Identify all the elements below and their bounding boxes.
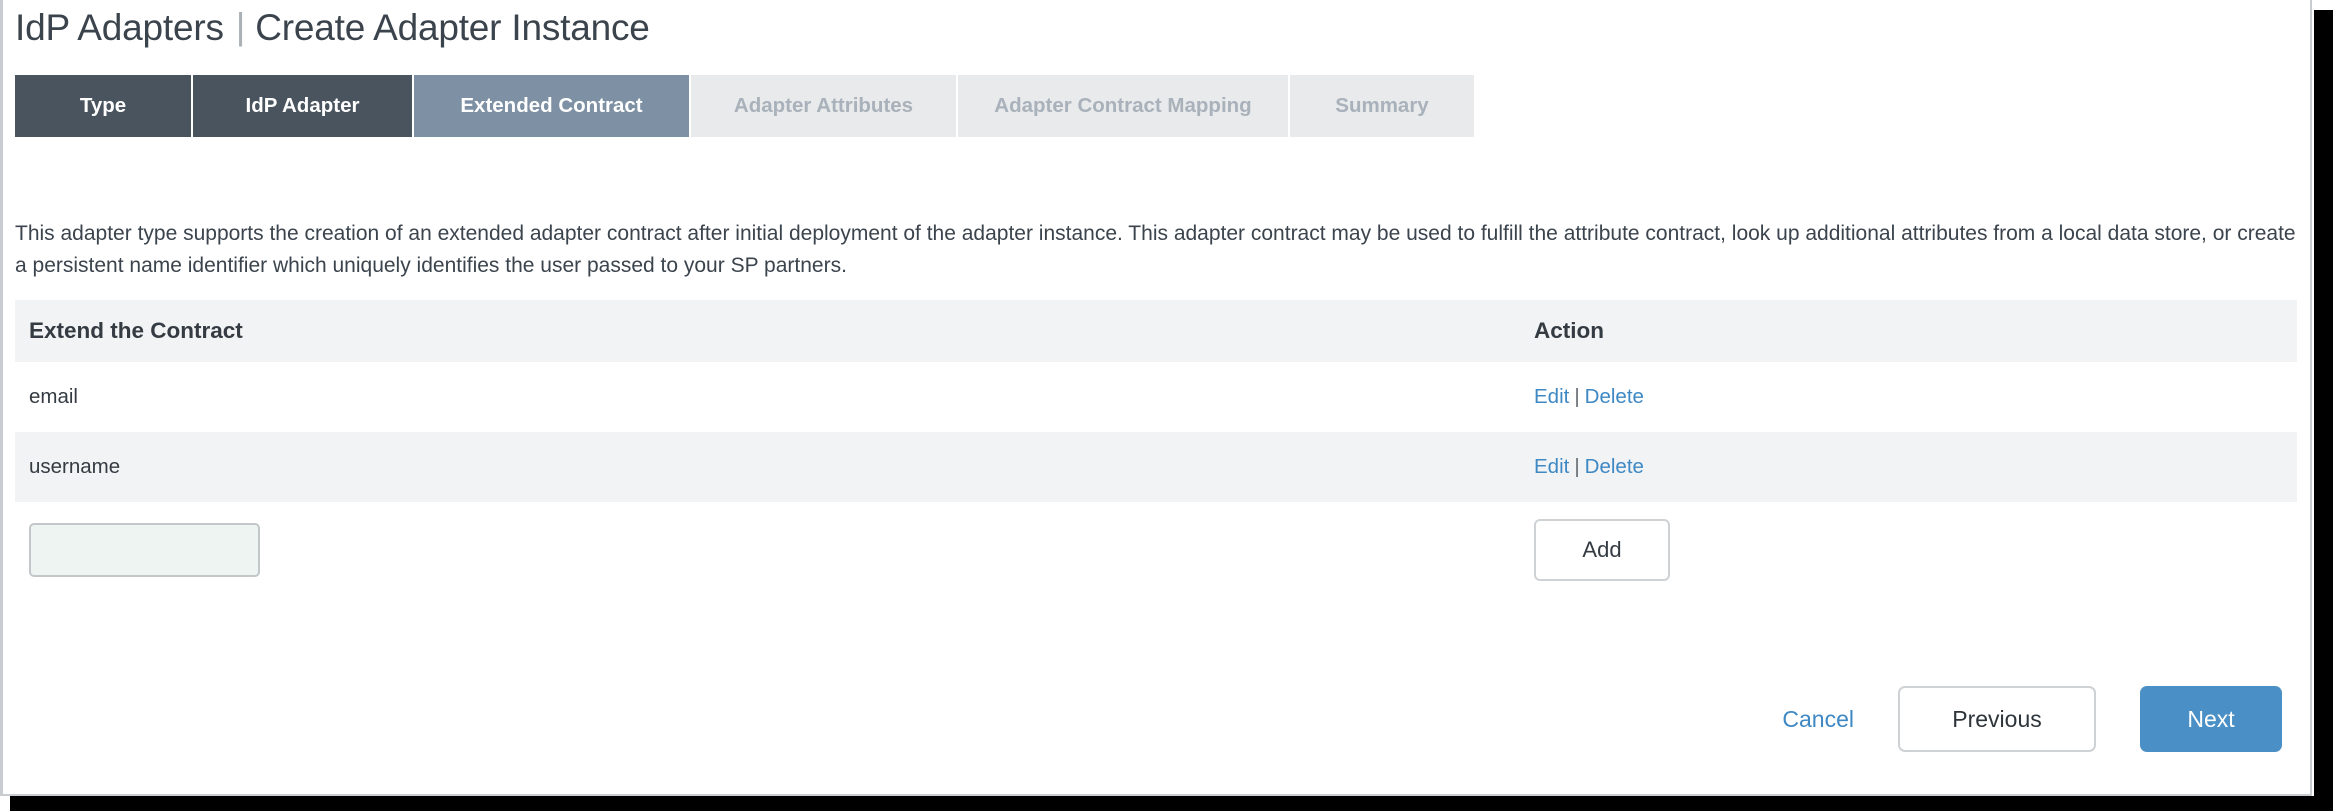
browser-viewport: IdP Adapters | Create Adapter Instance Typ… xyxy=(0,0,2333,811)
edit-link[interactable]: Edit xyxy=(1534,385,1569,408)
tab-idp-adapter-label: IdP Adapter xyxy=(245,94,360,117)
tab-adapter-attributes-label: Adapter Attributes xyxy=(733,94,914,117)
table-new-row: Add xyxy=(15,502,2297,598)
tab-type-label: Type xyxy=(79,94,127,117)
column-header-action: Action xyxy=(1520,300,2297,362)
table-header: Extend the Contract Action xyxy=(15,300,2297,362)
table-header-row: Extend the Contract Action xyxy=(15,300,2297,362)
cancel-button[interactable]: Cancel xyxy=(1782,706,1854,733)
cell-new-attribute-input xyxy=(15,502,1520,598)
extend-contract-table: Extend the Contract Action email Edit | De… xyxy=(15,300,2297,598)
table-body: email Edit | Delete username Edit | Delete xyxy=(15,362,2297,598)
page-description: This adapter type supports the creation … xyxy=(15,222,2296,277)
add-button[interactable]: Add xyxy=(1534,519,1670,581)
delete-link[interactable]: Delete xyxy=(1585,385,1644,408)
tab-idp-adapter[interactable]: IdP Adapter xyxy=(193,75,412,137)
table-row: username Edit | Delete xyxy=(15,432,2297,502)
tab-extended-contract-label: Extended Contract xyxy=(460,94,643,117)
cell-attribute-name: username xyxy=(15,432,1520,502)
breadcrumb-divider: | xyxy=(235,6,246,47)
tab-type[interactable]: Type xyxy=(15,75,191,137)
table-row: email Edit | Delete xyxy=(15,362,2297,432)
new-attribute-input[interactable] xyxy=(29,523,260,577)
edit-link[interactable]: Edit xyxy=(1534,455,1569,478)
wizard-tab-bar: Type IdP Adapter Extended Contract Adapt… xyxy=(15,75,1474,137)
page-title: IdP Adapters | Create Adapter Instance xyxy=(15,2,650,54)
window-shadow-right xyxy=(2314,10,2333,811)
cell-attribute-name: email xyxy=(15,362,1520,432)
tab-summary-label: Summary xyxy=(1335,94,1429,117)
tab-adapter-contract-mapping[interactable]: Adapter Contract Mapping xyxy=(958,75,1288,137)
footer-actions: Cancel Previous Next xyxy=(1782,686,2282,752)
window-shadow-bottom xyxy=(10,796,2322,811)
previous-button[interactable]: Previous xyxy=(1898,686,2096,752)
tab-adapter-attributes[interactable]: Adapter Attributes xyxy=(691,75,956,137)
breadcrumb-current: Create Adapter Instance xyxy=(255,7,650,48)
breadcrumb-section: IdP Adapters xyxy=(15,7,224,48)
cell-add-action: Add xyxy=(1520,502,2297,598)
next-button[interactable]: Next xyxy=(2140,686,2282,752)
column-header-extend-the-contract: Extend the Contract xyxy=(15,300,1520,362)
cell-actions: Edit | Delete xyxy=(1520,432,2297,502)
tab-extended-contract[interactable]: Extended Contract xyxy=(414,75,689,137)
tab-summary[interactable]: Summary xyxy=(1290,75,1474,137)
delete-link[interactable]: Delete xyxy=(1585,455,1644,478)
page-frame: IdP Adapters | Create Adapter Instance Typ… xyxy=(0,0,2312,796)
action-separator: | xyxy=(1574,385,1580,408)
tab-adapter-contract-mapping-label: Adapter Contract Mapping xyxy=(994,94,1252,117)
action-separator: | xyxy=(1574,455,1580,478)
cell-actions: Edit | Delete xyxy=(1520,362,2297,432)
